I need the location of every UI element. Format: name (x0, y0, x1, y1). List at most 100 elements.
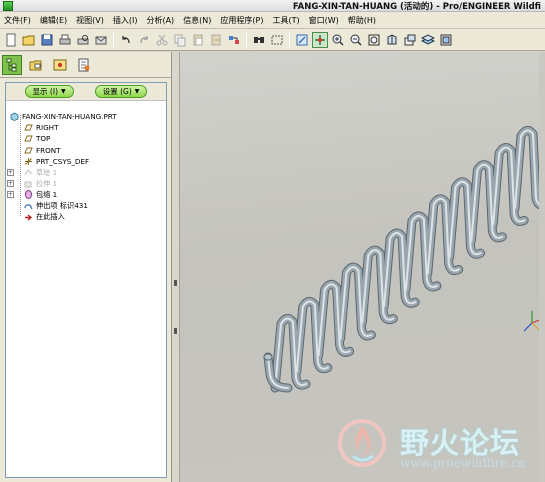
model-tree-tab[interactable] (2, 54, 22, 75)
viewport-edge (539, 52, 545, 482)
navigator-tabs (0, 52, 171, 78)
proe-app-icon[interactable] (3, 1, 13, 11)
email-button[interactable] (93, 32, 109, 48)
menu-analysis[interactable]: 分析(A) (146, 15, 174, 26)
tree-item-label: 在此插入 (36, 212, 65, 222)
part-icon (9, 112, 19, 122)
tree-item[interactable]: + 拉伸 1 (6, 178, 166, 189)
layers-button[interactable] (420, 32, 436, 48)
spin-center-icon (315, 34, 325, 45)
tree-item[interactable]: RIGHT (6, 122, 166, 133)
print-button[interactable] (57, 32, 73, 48)
settings-dropdown[interactable]: 设置 (G) ▼ (94, 85, 148, 98)
saved-views-button[interactable] (402, 32, 418, 48)
forum-watermark: 野火论坛 www.proewildfire.cn (335, 410, 545, 482)
navigator-panel: 显示 (I) ▼ 设置 (G) ▼ FANG-XIN-TAN-HUANG.PRT R… (0, 52, 172, 482)
regenerate-button[interactable] (226, 32, 242, 48)
select-box-button[interactable] (269, 32, 285, 48)
model-tree-list: FANG-XIN-TAN-HUANG.PRT RIGHT TOP FRONT PRT_… (6, 101, 166, 223)
new-file-button[interactable] (3, 32, 19, 48)
cut-icon (156, 34, 168, 45)
chevron-down-icon: ▼ (134, 88, 140, 95)
find-icon (254, 36, 264, 43)
datum-plane-icon (23, 134, 33, 143)
menu-view[interactable]: 视图(V) (76, 15, 104, 26)
copy-icon (174, 34, 186, 46)
menu-bar: 文件(F) 编辑(E) 视图(V) 插入(I) 分析(A) 信息(N) 应用程序(P) 工具(… (0, 12, 545, 29)
reorient-icon (387, 33, 397, 44)
tree-item[interactable]: + 包络 1 (6, 189, 166, 200)
paste-special-button[interactable] (208, 32, 224, 48)
refit-icon (368, 34, 380, 45)
refit-button[interactable] (366, 32, 382, 48)
tree-item[interactable]: PRT_CSYS_DEF (6, 156, 166, 167)
print-preview-button[interactable] (75, 32, 91, 48)
tree-item-label: TOP (36, 134, 51, 144)
coordinate-system-icon (23, 157, 33, 166)
tree-item-label: PRT_CSYS_DEF (36, 156, 90, 166)
panel-sash[interactable] (172, 52, 180, 482)
tree-item[interactable]: TOP (6, 133, 166, 144)
view-manager-icon (440, 34, 452, 45)
menu-applications[interactable]: 应用程序(P) (220, 15, 263, 26)
paste-button[interactable] (190, 32, 206, 48)
zoom-out-icon (350, 34, 362, 46)
expand-icon[interactable]: + (7, 169, 14, 177)
tree-item[interactable]: + 草绘 1 (6, 167, 166, 178)
menu-edit[interactable]: 编辑(E) (40, 15, 67, 26)
settings-dropdown-label: 设置 (G) (102, 87, 132, 96)
sash-expand-handle[interactable] (174, 328, 177, 334)
show-dropdown[interactable]: 显示 (I) ▼ (24, 85, 74, 98)
undo-button[interactable] (118, 32, 134, 48)
view-manager-button[interactable] (438, 32, 454, 48)
extrude-icon (23, 179, 33, 188)
saved-views-icon (404, 34, 416, 45)
tree-item[interactable]: 在此插入 (6, 212, 166, 223)
email-icon (95, 36, 107, 44)
menu-help[interactable]: 帮助(H) (348, 15, 376, 26)
graphics-window[interactable]: 野火论坛 www.proewildfire.cn (180, 52, 545, 482)
copy-button[interactable] (172, 32, 188, 48)
tree-item[interactable]: 伸出项 标识431 (6, 201, 166, 212)
expand-icon[interactable]: + (7, 180, 14, 188)
folder-browser-tab[interactable] (26, 55, 46, 75)
menu-file[interactable]: 文件(F) (4, 15, 31, 26)
menu-tools[interactable]: 工具(T) (273, 15, 300, 26)
tree-root-label: FANG-XIN-TAN-HUANG.PRT (22, 112, 117, 122)
spring-end-cap (263, 353, 273, 361)
connections-tab[interactable] (74, 55, 94, 75)
print-icon (59, 34, 71, 44)
reorient-button[interactable] (384, 32, 400, 48)
paste-icon (193, 34, 203, 45)
save-button[interactable] (39, 32, 55, 48)
zoom-in-button[interactable] (330, 32, 346, 48)
cut-button[interactable] (154, 32, 170, 48)
sketch-icon (23, 168, 33, 177)
repaint-button[interactable] (294, 32, 310, 48)
new-file-icon (6, 33, 16, 46)
favorites-tab[interactable] (50, 55, 70, 75)
tree-root[interactable]: FANG-XIN-TAN-HUANG.PRT (6, 111, 166, 122)
menu-window[interactable]: 窗口(W) (309, 15, 339, 26)
find-button[interactable] (251, 32, 267, 48)
tree-item[interactable]: FRONT (6, 145, 166, 156)
redo-button[interactable] (136, 32, 152, 48)
zoom-out-button[interactable] (348, 32, 364, 48)
sash-collapse-handle[interactable] (174, 280, 177, 286)
chevron-down-icon: ▼ (61, 88, 66, 95)
open-file-button[interactable] (21, 32, 37, 48)
model-tree: 显示 (I) ▼ 设置 (G) ▼ FANG-XIN-TAN-HUANG.PRT R… (5, 82, 167, 478)
menu-info[interactable]: 信息(N) (183, 15, 211, 26)
regenerate-icon (229, 35, 239, 44)
expand-icon[interactable]: + (7, 191, 14, 199)
menu-insert[interactable]: 插入(I) (113, 15, 138, 26)
tree-item-label: 包络 1 (36, 189, 58, 199)
title-bar: FANG-XIN-TAN-HUANG (活动的) - Pro/ENGINEER … (0, 0, 545, 12)
spin-center-button[interactable] (312, 31, 328, 48)
repaint-icon (296, 34, 308, 45)
flame-logo-icon (338, 419, 386, 467)
show-dropdown-label: 显示 (I) (32, 87, 58, 96)
layers-icon (421, 33, 435, 45)
save-icon (41, 34, 53, 45)
watermark-url: www.proewildfire.cn (400, 456, 526, 470)
